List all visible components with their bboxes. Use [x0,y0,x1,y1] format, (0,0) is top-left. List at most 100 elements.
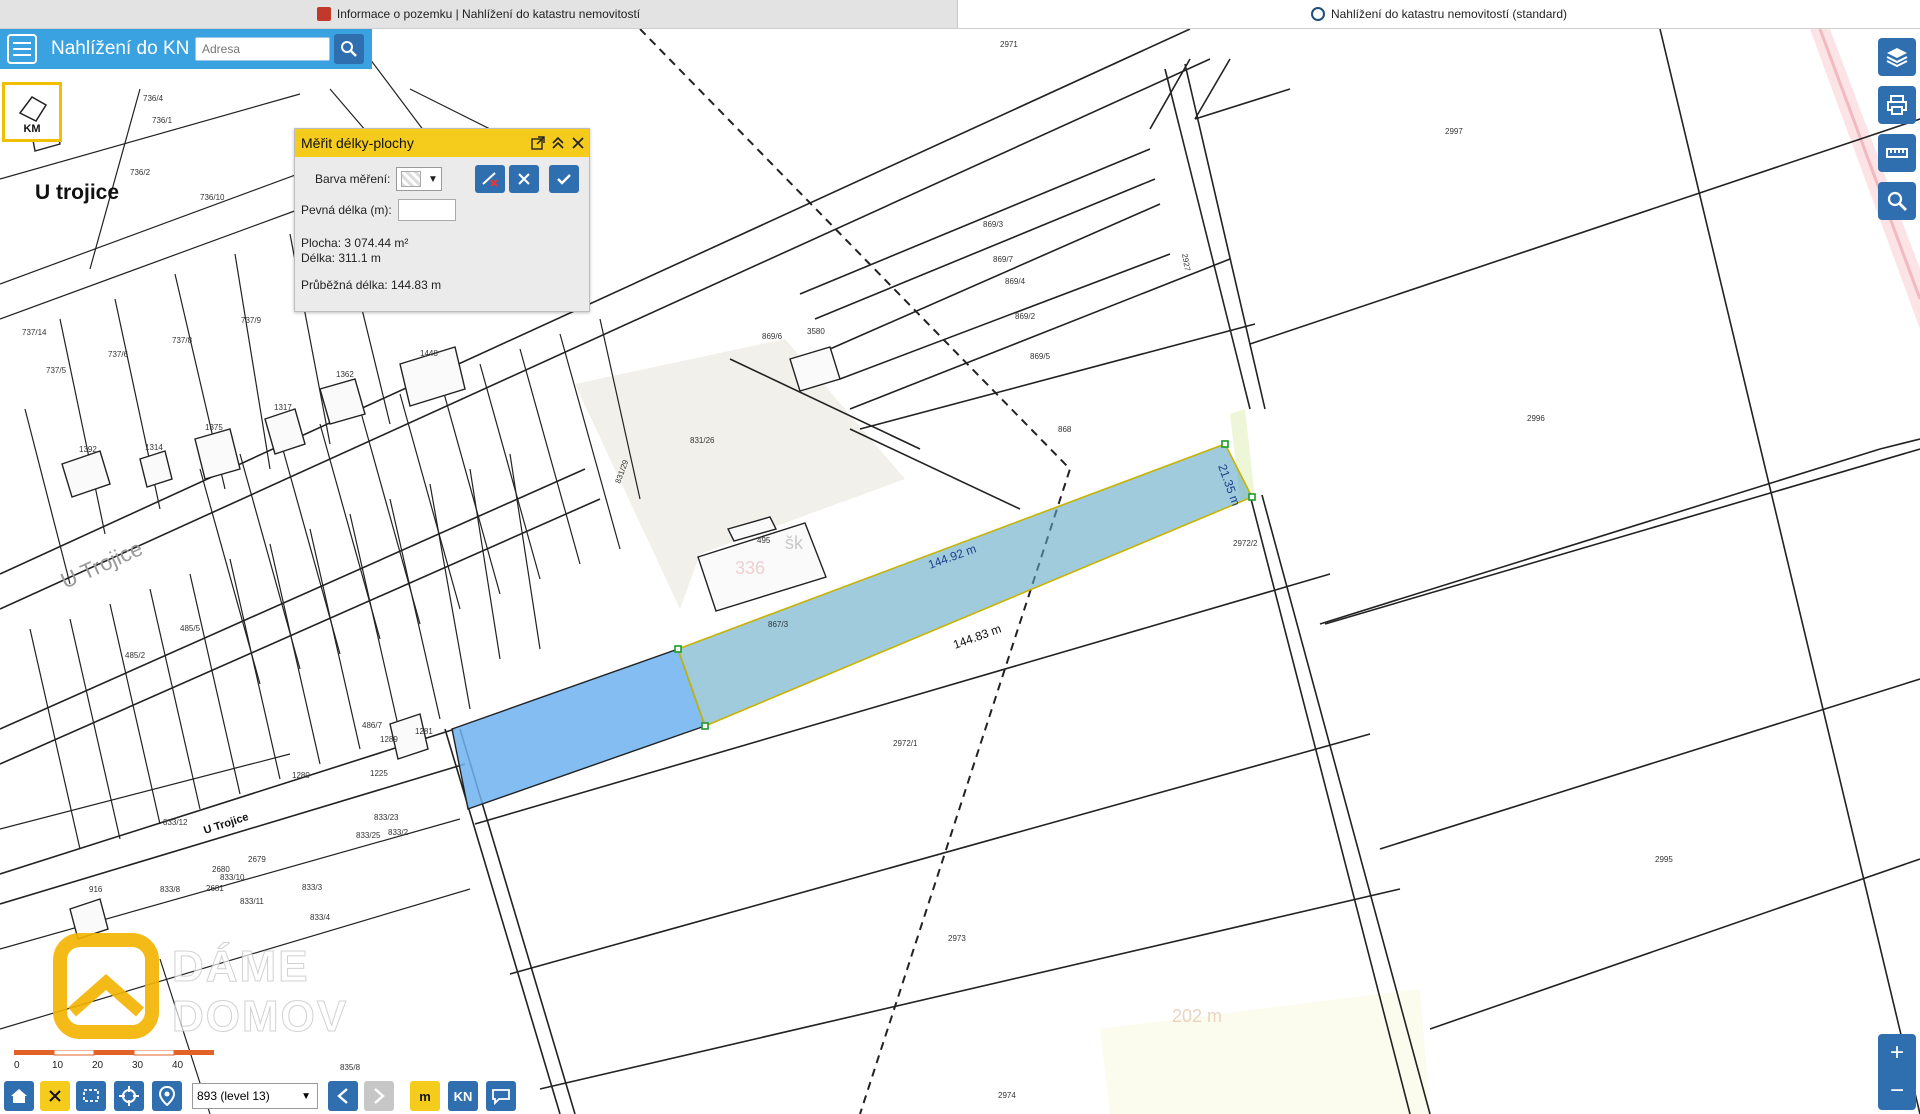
parcel-label: 2680 [212,865,230,874]
tab-parcel-info-label: Informace o pozemku | Nahlížení do katas… [336,7,641,21]
road-lines [0,29,1211,905]
back-button[interactable] [328,1081,358,1111]
km-layer-button[interactable]: KM [2,82,62,142]
zoom-in-button[interactable]: + [1878,1034,1916,1072]
watermark-text: DÁME [172,942,310,992]
zoom-out-button[interactable]: − [1878,1072,1916,1110]
meadow-area [1100,989,1430,1114]
parcel-label: 833/2 [388,828,409,837]
measure-tool-button[interactable] [1878,134,1916,172]
collapse-icon[interactable] [549,134,567,152]
kn-label: KN [453,1088,473,1104]
tab-parcel-info[interactable]: Informace o pozemku | Nahlížení do katas… [0,0,958,28]
hamburger-icon [13,48,31,50]
color-swatch [400,171,421,187]
parcel-label: 833/8 [160,885,181,894]
tab-cadastre-standard[interactable]: Nahlížení do katastru nemovitostí (stand… [958,0,1920,28]
parcel-label: 3580 [807,327,825,336]
select-area-button[interactable] [76,1081,106,1111]
menu-button[interactable] [7,34,37,64]
parcel-label: 1281 [415,727,433,736]
layers-button[interactable] [1878,38,1916,76]
parcel-label: 833/10 [220,873,245,882]
tab-cadastre-standard-label: Nahlížení do katastru nemovitostí (stand… [1330,7,1568,21]
watermark-logo: DÁME DOMOV [52,932,372,1052]
parcel-label: 2681 [206,884,224,893]
parcel-label: 1289 [380,735,398,744]
cancel-measure-button[interactable] [509,165,539,193]
parcel-label: 833/3 [302,883,323,892]
parcel-label: 737/5 [46,366,67,375]
close-tool-button[interactable] [40,1081,70,1111]
parcel-label: 867/3 [768,620,789,629]
parcel-label: 833/4 [310,913,331,922]
locate-button[interactable] [114,1081,144,1111]
confirm-measure-button[interactable] [549,165,579,193]
chevron-left-icon [337,1088,348,1104]
parcel-label: 869/3 [983,220,1004,229]
scale-bar-graphic [14,1050,214,1056]
chevron-down-icon: ▼ [427,173,438,185]
browser-tab-bar: Informace o pozemku | Nahlížení do katas… [0,0,1920,29]
kn-layer-button[interactable]: KN [448,1081,478,1111]
parcel-label: 916 [89,885,103,894]
parcel-label: 869/7 [993,255,1014,264]
search-icon [1887,191,1907,211]
scale-tick: 0 [14,1060,20,1071]
chevron-right-icon [374,1088,385,1104]
parcel-label: 831/26 [690,436,715,445]
search-button[interactable] [334,34,364,64]
parcel-label: 2971 [1000,40,1018,49]
color-row: Barva měření: ▼ [301,167,443,191]
street-label: U Trojice [202,811,250,837]
speech-bubble-icon [492,1089,510,1105]
home-button[interactable] [4,1081,34,1111]
zoom-level-select[interactable]: 893 (level 13) ▼ [192,1083,318,1109]
print-button[interactable] [1878,86,1916,124]
parcel-label: 736/4 [143,94,164,103]
close-icon[interactable] [569,134,587,152]
chevron-down-icon: ▼ [301,1090,311,1102]
bottom-toolbar: 893 (level 13) ▼ m KN [0,1076,530,1114]
comment-button[interactable] [486,1081,516,1111]
parcel-label: 486/7 [362,721,383,730]
address-search-input[interactable] [195,37,330,61]
fixed-length-input[interactable] [397,199,456,221]
home-icon [11,1089,27,1103]
cadastral-map[interactable]: U trojice U Trojice U Trojice 144.92 m 1… [0,29,1920,1114]
parcel-label: 1375 [205,423,223,432]
clear-measure-button[interactable] [475,165,505,193]
parcel-label: 835/8 [340,1063,361,1072]
running-length-readout: Průběžná délka: 144.83 m [301,278,442,292]
parcel-label: 736/10 [200,193,225,202]
popout-icon[interactable] [529,134,547,152]
eraser-icon [482,172,498,187]
selected-parcel[interactable] [451,648,706,810]
parcel-label: 1362 [336,370,354,379]
parcel-label: 1280 [292,771,310,780]
parcel-label: 495 [757,536,771,545]
parcel-label: 833/23 [374,813,399,822]
place-marker-button[interactable] [152,1081,182,1111]
fixed-length-label: Pevná délka (m): [301,203,392,217]
printer-icon [1887,95,1907,115]
hamburger-icon [13,54,31,56]
parcel-label: 736/2 [130,168,151,177]
parcel-label: 1448 [420,349,438,358]
forward-button[interactable] [364,1081,394,1111]
measure-panel-header[interactable]: Měřit délky-plochy [295,129,589,157]
parcel-label: 737/6 [108,350,129,359]
segment-length-label: 144.83 m [951,622,1003,652]
faded-area-label: 202 m [1172,1006,1222,1026]
scale-tick: 20 [92,1060,104,1071]
parcel-label: 833/12 [163,818,188,827]
parcel-label: 2679 [248,855,266,864]
map-search-button[interactable] [1878,182,1916,220]
parcel-label: 2974 [998,1091,1016,1100]
map-layer-m-button[interactable]: m [410,1081,440,1111]
color-select[interactable]: ▼ [396,167,443,191]
check-icon [557,174,571,185]
parcel-label: 833/11 [240,897,264,906]
km-label: KM [23,123,41,135]
selection-rectangle-icon [83,1089,99,1102]
